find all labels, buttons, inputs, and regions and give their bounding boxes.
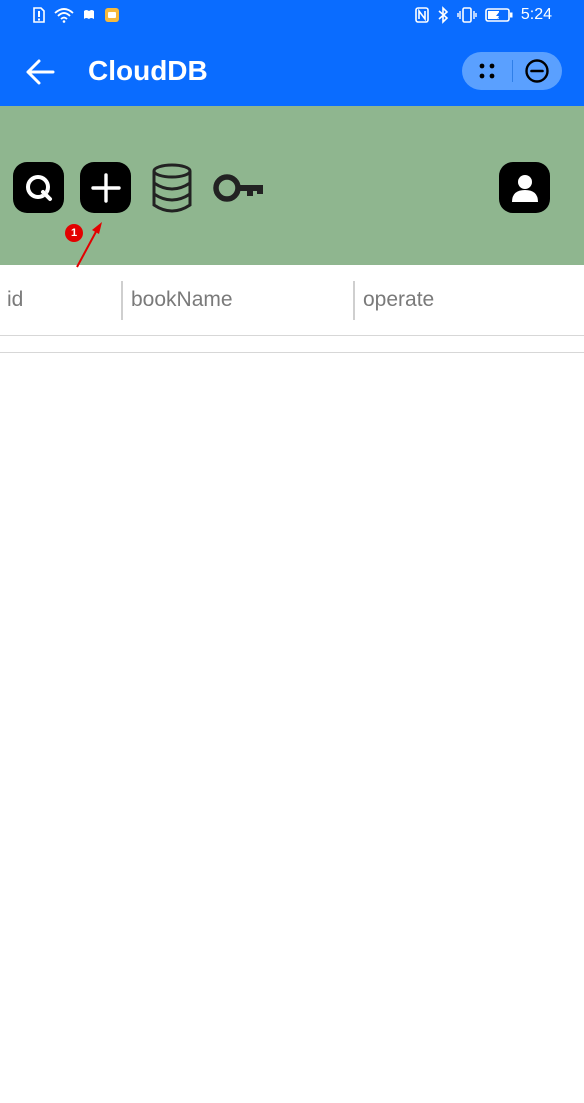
add-button[interactable] [80,162,131,213]
database-icon [152,163,192,212]
vibrate-icon [457,7,477,23]
column-header-bookname: bookName [131,288,233,311]
page-title: CloudDB [88,55,208,86]
search-button[interactable] [13,162,64,213]
arrow-left-icon [26,59,55,85]
column-separator [121,281,123,320]
status-bar: 5:24 [0,0,584,34]
back-button[interactable] [20,52,60,92]
app-header: CloudDB [0,34,584,106]
battery-charging-icon [485,8,513,22]
minimize-button[interactable] [512,52,562,90]
action-toolbar [0,106,584,265]
more-button[interactable] [462,52,512,90]
mini-program-capsule [462,52,562,90]
bluetooth-icon [438,6,449,24]
column-separator [353,281,355,320]
wifi-icon [54,8,74,23]
column-header-id: id [7,288,24,311]
profile-button[interactable] [499,162,550,213]
user-icon [511,174,538,202]
nfc-icon [415,7,429,23]
column-header-operate: operate [363,288,435,311]
search-icon [25,174,53,202]
table-header: id bookName operate [0,265,584,336]
key-icon [213,173,263,202]
status-bar-left [32,7,120,23]
app-notification-icon [105,8,119,22]
table-divider [0,352,584,353]
annotation-badge: 1 [65,224,83,242]
status-bar-right: 5:24 [415,6,552,24]
status-time: 5:24 [520,6,552,23]
sim-alert-icon [33,7,45,23]
notification-icon [84,10,94,19]
more-dots-icon [479,63,495,79]
database-button[interactable] [148,162,196,213]
key-button[interactable] [212,162,266,213]
plus-icon [90,172,121,203]
minimize-circle-icon [525,59,549,83]
